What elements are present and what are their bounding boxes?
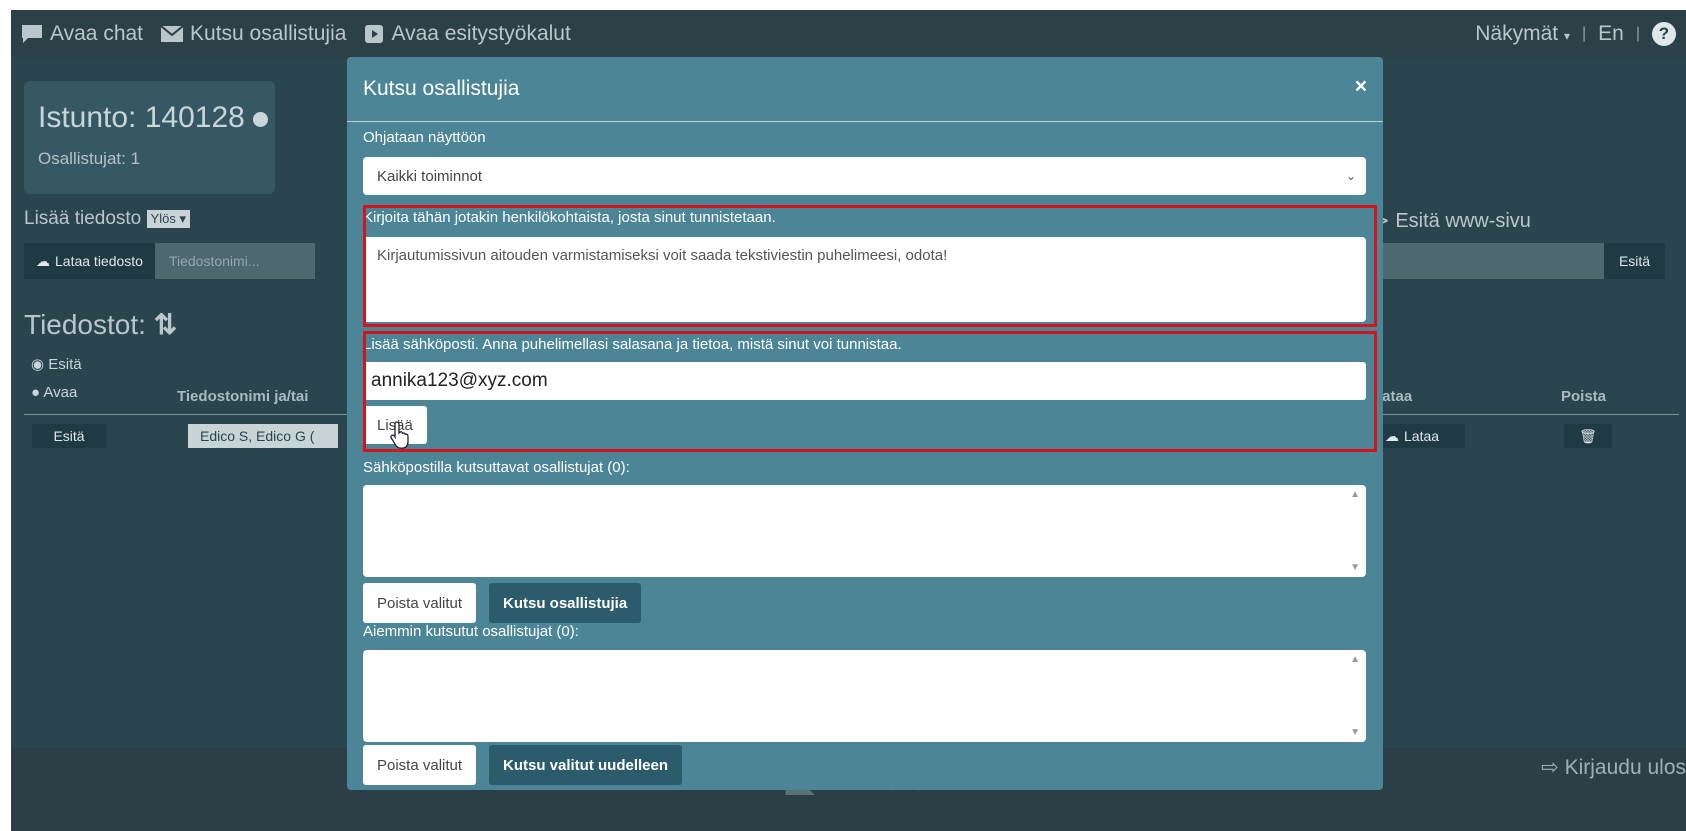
files-heading: Tiedostot: ⇅ bbox=[24, 308, 177, 341]
remove-selected-button-2[interactable]: Poista valitut bbox=[363, 745, 477, 785]
filename-placeholder: Tiedostonimi... bbox=[168, 253, 260, 269]
hand-cursor-icon bbox=[390, 421, 409, 449]
screen-target-label: Ohjataan näyttöön bbox=[363, 129, 486, 146]
scroll-down-icon[interactable]: ▼ bbox=[1350, 727, 1360, 738]
language-link[interactable]: En bbox=[1598, 22, 1624, 46]
row-present-button[interactable]: Esitä bbox=[32, 424, 106, 448]
views-label: Näkymät bbox=[1475, 21, 1559, 45]
trash-icon: 🗑 bbox=[1579, 427, 1597, 444]
remove-selected-label: Poista valitut bbox=[377, 594, 463, 612]
radio-present-label: Esitä bbox=[48, 356, 82, 373]
row-filename-text: Edico S, Edico G ( bbox=[200, 428, 315, 444]
open-presentation-tools-button[interactable]: Avaa esitystyökalut bbox=[364, 21, 571, 46]
url-input[interactable] bbox=[1373, 243, 1614, 279]
invitees-list[interactable]: ▲ ▼ bbox=[363, 485, 1366, 577]
highlight-email-section bbox=[363, 331, 1377, 452]
cloud-download-icon: ☁ bbox=[1385, 427, 1399, 444]
present-web-button-label: Esitä bbox=[1618, 253, 1651, 269]
cloud-upload-icon: ☁ bbox=[36, 252, 50, 269]
scroll-up-icon[interactable]: ▲ bbox=[1350, 489, 1360, 500]
direction-value: Ylös bbox=[150, 210, 176, 226]
radio-present[interactable]: ◉ Esitä bbox=[31, 355, 82, 373]
upload-file-button[interactable]: ☁ Lataa tiedosto bbox=[24, 243, 155, 279]
present-web-text: Esitä www-sivu bbox=[1395, 210, 1531, 232]
logout-icon: ⇨ bbox=[1541, 756, 1559, 779]
radio-icon: ● bbox=[31, 384, 41, 401]
caret-down-icon: ▾ bbox=[1563, 28, 1570, 43]
separator: | bbox=[1635, 24, 1640, 42]
previous-invitees-label: Aiemmin kutsutut osallistujat (0): bbox=[363, 623, 579, 640]
radio-open-label: Avaa bbox=[43, 384, 78, 401]
logout-link[interactable]: ⇨ Kirjaudu ulos bbox=[1541, 755, 1686, 780]
add-file-label: Lisää tiedosto bbox=[24, 208, 142, 229]
row-delete-button[interactable]: 🗑 bbox=[1564, 424, 1612, 448]
add-file-row: Lisää tiedosto Ylös ▾ bbox=[24, 208, 190, 230]
invite-participants-button[interactable]: Kutsu osallistujia bbox=[489, 583, 642, 623]
session-panel: Istunto: 140128 Osallistujat: 1 bbox=[24, 81, 275, 194]
modal-title: Kutsu osallistujia bbox=[363, 77, 520, 100]
sort-icon[interactable]: ⇅ bbox=[154, 309, 177, 340]
highlight-personal-message bbox=[363, 205, 1377, 327]
remove-selected-button[interactable]: Poista valitut bbox=[363, 583, 477, 623]
radio-checked-icon: ◉ bbox=[31, 356, 45, 373]
screen-target-select[interactable]: Kaikki toiminnot ⌄ bbox=[363, 157, 1366, 195]
chevron-down-icon: ⌄ bbox=[1345, 169, 1356, 183]
separator: | bbox=[1582, 24, 1587, 42]
invite-modal: Kutsu osallistujia × Ohjataan näyttöön K… bbox=[347, 57, 1383, 790]
info-icon[interactable] bbox=[252, 111, 268, 127]
present-web-label: ⊳ Esitä www-sivu bbox=[1373, 210, 1531, 232]
logout-label: Kirjaudu ulos bbox=[1564, 756, 1686, 779]
app-background: Avaa chat Kutsu osallistujia Avaa esitys… bbox=[11, 10, 1686, 831]
row-present-label: Esitä bbox=[53, 428, 85, 444]
remove-selected-label-2: Poista valitut bbox=[377, 756, 463, 774]
play-box-icon bbox=[365, 24, 384, 43]
participants-count: Osallistujat: 1 bbox=[38, 149, 141, 168]
invitees-label: Sähköpostilla kutsuttavat osallistujat (… bbox=[363, 459, 630, 476]
open-chat-label: Avaa chat bbox=[50, 21, 144, 45]
invite-participants-label: Kutsu osallistujia bbox=[503, 594, 628, 612]
column-header-name: Tiedostonimi ja/tai bbox=[177, 388, 309, 405]
help-icon[interactable]: ? bbox=[1652, 21, 1676, 46]
reinvite-button[interactable]: Kutsu valitut uudelleen bbox=[489, 745, 683, 785]
filename-input[interactable]: Tiedostonimi... bbox=[154, 243, 315, 279]
files-heading-label: Tiedostot: bbox=[24, 309, 146, 340]
session-title: Istunto: 140128 bbox=[38, 101, 245, 134]
reinvite-label: Kutsu valitut uudelleen bbox=[503, 756, 669, 774]
previous-invitees-list[interactable]: ▲ ▼ bbox=[363, 650, 1366, 742]
row-download-label: Lataa bbox=[1404, 428, 1440, 444]
column-header-delete: Poista bbox=[1561, 388, 1607, 405]
radio-open[interactable]: ● Avaa bbox=[31, 384, 77, 401]
direction-select[interactable]: Ylös ▾ bbox=[146, 209, 190, 228]
views-dropdown[interactable]: Näkymät ▾ bbox=[1475, 22, 1570, 46]
close-icon[interactable]: × bbox=[1355, 75, 1367, 99]
open-chat-button[interactable]: Avaa chat bbox=[21, 22, 143, 46]
chat-icon bbox=[22, 24, 42, 43]
scroll-down-icon[interactable]: ▼ bbox=[1350, 562, 1360, 573]
present-web-button[interactable]: Esitä bbox=[1604, 243, 1665, 279]
open-tools-label: Avaa esitystyökalut bbox=[391, 21, 571, 45]
row-download-button[interactable]: ☁ Lataa bbox=[1373, 424, 1465, 448]
upload-file-label: Lataa tiedosto bbox=[55, 253, 143, 269]
modal-header: Kutsu osallistujia × bbox=[347, 57, 1383, 122]
invite-label: Kutsu osallistujia bbox=[190, 21, 347, 45]
screen-target-value: Kaikki toiminnot bbox=[377, 167, 483, 185]
upload-row: ☁ Lataa tiedosto Tiedostonimi... bbox=[24, 243, 315, 279]
invite-participants-button[interactable]: Kutsu osallistujia bbox=[161, 22, 346, 46]
row-filename: Edico S, Edico G ( bbox=[188, 424, 338, 448]
scroll-up-icon[interactable]: ▲ bbox=[1350, 654, 1360, 665]
envelope-icon bbox=[161, 25, 184, 42]
top-toolbar: Avaa chat Kutsu osallistujia Avaa esitys… bbox=[11, 10, 1686, 57]
